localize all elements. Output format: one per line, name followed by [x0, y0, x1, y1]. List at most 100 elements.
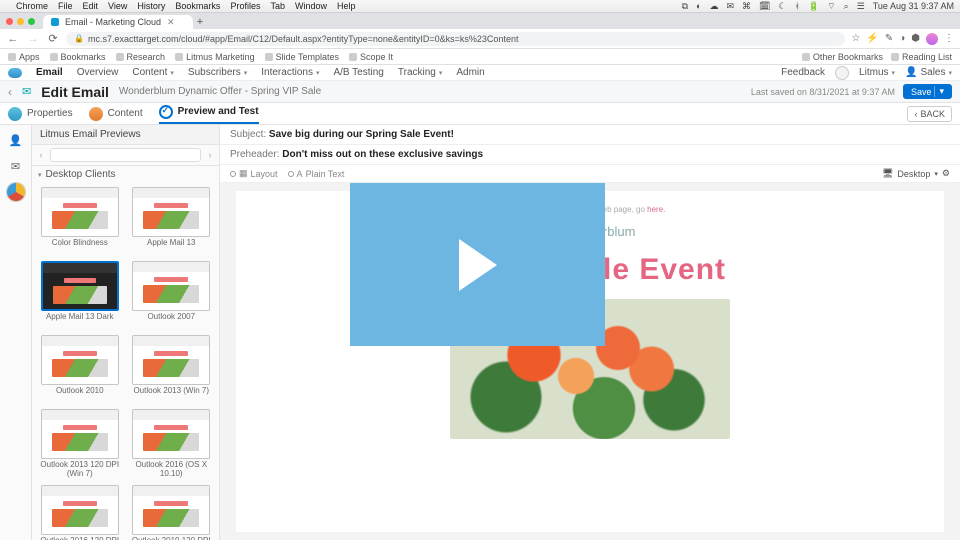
user-avatar-icon[interactable] — [835, 66, 849, 80]
tab-properties[interactable]: Properties — [8, 107, 73, 121]
bookmark-apps[interactable]: Apps — [8, 52, 40, 62]
menubar-search-icon[interactable]: ⌕ — [844, 1, 849, 12]
ext-pencil-icon[interactable]: ✎ — [885, 33, 893, 44]
step-tabs: Properties Content Preview and Test ‹BAC… — [0, 103, 960, 125]
profile-avatar-icon[interactable] — [926, 33, 938, 45]
address-bar[interactable]: 🔒 mc.s7.exacttarget.com/cloud/#app/Email… — [66, 32, 845, 46]
prev-subscriber-icon[interactable]: ‹ — [36, 150, 46, 160]
nav-tracking[interactable]: Tracking▾ — [398, 67, 443, 78]
rail-litmus-icon[interactable] — [7, 183, 25, 201]
chevron-left-icon: ‹ — [914, 109, 917, 119]
thumbnail-image — [41, 409, 119, 459]
sales-menu[interactable]: 👤Sales▾ — [905, 67, 952, 78]
menubar-clock[interactable]: Tue Aug 31 9:37 AM — [873, 1, 954, 11]
section-desktop-clients[interactable]: ▾ Desktop Clients — [32, 166, 219, 183]
nav-interactions[interactable]: Interactions▾ — [261, 67, 319, 78]
bookmark-other[interactable]: Other Bookmarks — [802, 52, 883, 62]
menu-window[interactable]: Window — [295, 1, 327, 11]
view-webpage-link[interactable]: here. — [647, 205, 665, 214]
opt-plaintext[interactable]: APlain Text — [288, 169, 345, 179]
ext-icon[interactable]: ◑ — [899, 33, 905, 44]
ext-star-icon[interactable]: ☆ — [851, 33, 860, 44]
menubar-moon-icon[interactable]: ☾ — [778, 1, 786, 12]
grid-icon — [8, 53, 16, 61]
next-subscriber-icon[interactable]: › — [205, 150, 215, 160]
menu-bookmarks[interactable]: Bookmarks — [175, 1, 220, 11]
nav-forward-icon[interactable]: → — [26, 33, 40, 45]
nav-abtesting[interactable]: A/B Testing — [333, 67, 383, 78]
menubar-extra-icon[interactable]: ✉ — [726, 1, 734, 12]
chevron-down-icon[interactable]: ▾ — [934, 170, 938, 178]
nav-reload-icon[interactable]: ⟳ — [46, 32, 60, 45]
user-menu[interactable]: Litmus▾ — [859, 67, 895, 78]
favicon-icon — [265, 53, 273, 61]
menu-profiles[interactable]: Profiles — [230, 1, 260, 11]
nav-subscribers[interactable]: Subscribers▾ — [188, 67, 247, 78]
nav-overview[interactable]: Overview — [77, 67, 119, 78]
preview-thumbnail[interactable]: Outlook 2010 — [38, 335, 122, 403]
thumbnail-image — [132, 187, 210, 237]
menu-edit[interactable]: Edit — [83, 1, 99, 11]
menubar-wifi-icon[interactable]: ⌔ — [827, 1, 835, 12]
rail-send-icon[interactable]: ✉ — [7, 157, 25, 175]
nav-back-icon[interactable]: ← — [6, 33, 20, 45]
menu-file[interactable]: File — [58, 1, 73, 11]
new-tab-button[interactable]: + — [193, 15, 207, 29]
menubar-extra-icon[interactable]: ☁ — [709, 1, 718, 12]
preview-thumbnail[interactable]: Outlook 2007 — [130, 261, 214, 329]
menu-chrome[interactable]: Chrome — [16, 1, 48, 11]
thumbnail-image — [41, 261, 119, 311]
preview-thumbnail[interactable]: Outlook 2013 (Win 7) — [130, 335, 214, 403]
window-controls[interactable] — [6, 18, 35, 25]
menu-help[interactable]: Help — [337, 1, 356, 11]
save-button[interactable]: Save▾ — [903, 84, 952, 99]
view-options-row: ▦Layout APlain Text 🖥 Desktop ▾ ⚙ — [220, 165, 960, 183]
menubar-battery-icon[interactable]: 🔋 — [808, 1, 819, 12]
bookmark-link[interactable]: Litmus Marketing — [175, 52, 255, 62]
feedback-link[interactable]: Feedback — [781, 67, 825, 78]
opt-layout[interactable]: ▦Layout — [230, 168, 278, 179]
ext-bolt-icon[interactable]: ⚡ — [866, 33, 878, 44]
nav-content[interactable]: Content▾ — [132, 67, 174, 78]
preview-thumbnail[interactable]: Apple Mail 13 — [130, 187, 214, 255]
menubar-extra-icon[interactable]: ⧉ — [682, 1, 688, 12]
reading-list[interactable]: Reading List — [891, 52, 952, 62]
menu-history[interactable]: History — [137, 1, 165, 11]
bookmark-folder[interactable]: Research — [116, 52, 166, 62]
menubar-extra-icon[interactable]: ◐ — [696, 1, 701, 11]
email-viewport[interactable]: To view this email as a web page, go her… — [220, 183, 960, 540]
tab-content[interactable]: Content — [89, 107, 143, 121]
bookmark-link[interactable]: Slide Templates — [265, 52, 339, 62]
menu-view[interactable]: View — [108, 1, 127, 11]
bookmark-folder[interactable]: Bookmarks — [50, 52, 106, 62]
preview-thumbnail[interactable]: Outlook 2019 120 DPI — [130, 485, 214, 540]
back-arrow-icon[interactable]: ‹ — [8, 85, 12, 99]
menubar-bluetooth-icon[interactable]: ᚼ — [795, 1, 800, 11]
menu-tab[interactable]: Tab — [270, 1, 285, 11]
preview-thumbnail[interactable]: Outlook 2016 120 DPI — [38, 485, 122, 540]
preview-thumbnail[interactable]: Apple Mail 13 Dark — [38, 261, 122, 329]
preview-thumbnail[interactable]: Outlook 2016 (OS X 10.10) — [130, 409, 214, 479]
back-button[interactable]: ‹BACK — [907, 106, 952, 122]
chevron-down-icon[interactable]: ▾ — [934, 86, 944, 97]
tab-preview-test[interactable]: Preview and Test — [159, 105, 259, 124]
menubar-control-center-icon[interactable]: ☰ — [857, 1, 865, 12]
preview-thumbnail[interactable]: Outlook 2013 120 DPI (Win 7) — [38, 409, 122, 479]
menubar-extra-icon[interactable]: ⌘ — [742, 1, 751, 12]
nav-admin[interactable]: Admin — [456, 67, 484, 78]
bookmark-link[interactable]: Scope It — [349, 52, 393, 62]
video-overlay[interactable] — [350, 183, 605, 346]
settings-gear-icon[interactable]: ⚙ — [942, 168, 950, 179]
tab-close-icon[interactable]: ✕ — [167, 17, 175, 28]
overflow-menu-icon[interactable]: ⋮ — [944, 33, 954, 44]
rail-subscriber-icon[interactable]: 👤 — [7, 131, 25, 149]
ext-puzzle-icon[interactable]: ⬢ — [911, 33, 920, 44]
browser-tab[interactable]: Email - Marketing Cloud ✕ — [43, 15, 193, 29]
page-title: Edit Email — [41, 84, 109, 100]
subscriber-input[interactable] — [50, 148, 201, 162]
preview-thumbnail[interactable]: Color Blindness — [38, 187, 122, 255]
salesforce-cloud-icon[interactable] — [8, 68, 22, 78]
thumbnail-grid[interactable]: Color BlindnessApple Mail 13Apple Mail 1… — [32, 183, 219, 540]
menubar-extra-icon[interactable]: 🗓 — [759, 1, 770, 12]
device-select[interactable]: Desktop — [897, 169, 930, 179]
